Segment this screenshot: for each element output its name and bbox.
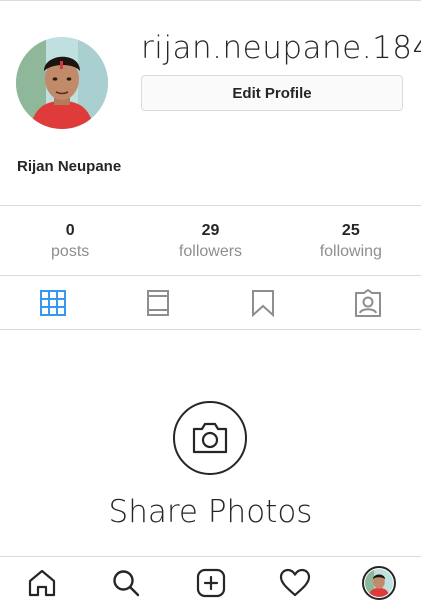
add-post-icon [196, 568, 225, 597]
profile-stats: 0 posts 29 followers 25 following [0, 205, 421, 276]
bottom-navigation [0, 556, 421, 608]
tab-feed[interactable] [105, 276, 210, 329]
stat-posts[interactable]: 0 posts [0, 206, 140, 275]
bookmark-icon [252, 289, 275, 317]
stat-posts-label: posts [51, 243, 90, 260]
share-photos-camera [173, 401, 247, 475]
home-icon [28, 569, 56, 596]
nav-activity[interactable] [253, 557, 337, 608]
camera-icon [192, 422, 228, 454]
stat-following-count: 25 [341, 222, 360, 239]
tab-tagged[interactable] [316, 276, 421, 329]
profile-username: rijan.neupane.184 [141, 30, 421, 66]
edit-profile-button[interactable]: Edit Profile [141, 75, 403, 111]
feed-icon [146, 289, 169, 316]
stat-followers-label: followers [178, 243, 243, 260]
profile-avatar-small [361, 565, 396, 600]
tab-grid[interactable] [0, 276, 105, 329]
search-icon [113, 569, 140, 596]
stat-following-label: following [319, 243, 382, 260]
share-photos-title: Share Photos [108, 494, 313, 530]
stat-following[interactable]: 25 following [281, 206, 421, 275]
profile-full-name: Rijan Neupane [17, 158, 122, 175]
grid-icon [39, 289, 66, 316]
tab-saved[interactable] [211, 276, 316, 329]
tagged-icon [355, 288, 382, 317]
nav-search[interactable] [84, 557, 168, 608]
profile-avatar[interactable] [16, 37, 108, 129]
top-divider [0, 0, 421, 1]
avatar-photo [16, 37, 108, 129]
stat-followers-count: 29 [201, 222, 220, 239]
avatar-photo-small [364, 568, 393, 597]
nav-new-post[interactable] [168, 557, 252, 608]
profile-tabs [0, 276, 421, 330]
stat-posts-count: 0 [65, 222, 75, 239]
stat-followers[interactable]: 29 followers [140, 206, 280, 275]
nav-home[interactable] [0, 557, 84, 608]
heart-icon [279, 568, 310, 596]
nav-profile[interactable] [337, 557, 421, 608]
